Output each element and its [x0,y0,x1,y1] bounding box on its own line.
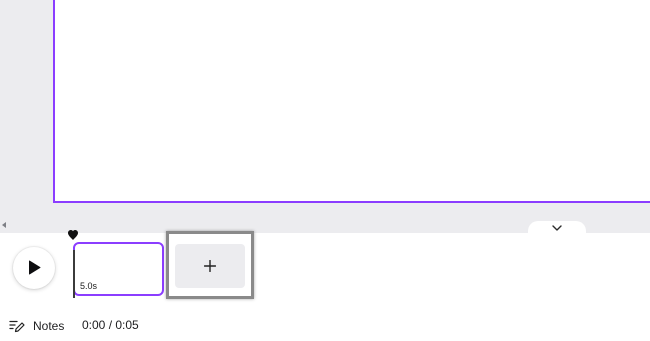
add-page-button[interactable] [175,244,245,288]
playhead-marker-icon[interactable] [67,229,79,241]
playback-time-readout: 0:00 / 0:05 [82,318,139,332]
canvas-area [0,0,650,233]
page-duration-label: 5.0s [80,281,98,291]
add-page-highlight-frame [166,231,254,299]
scroll-left-arrow-icon[interactable] [2,222,6,228]
play-icon [29,260,41,275]
scrollbar-thumb[interactable] [12,224,112,228]
chevron-down-icon [552,225,562,231]
notes-pencil-icon [9,320,25,333]
timeline-page-thumbnail[interactable]: 5.0s [73,242,164,298]
notes-label: Notes [33,319,65,333]
play-button[interactable] [13,247,55,289]
notes-button[interactable]: Notes [9,317,64,335]
design-page[interactable] [53,0,650,203]
editor-root: 5.0s Notes 0:00 / 0:05 [0,0,650,341]
plus-icon [204,260,216,272]
